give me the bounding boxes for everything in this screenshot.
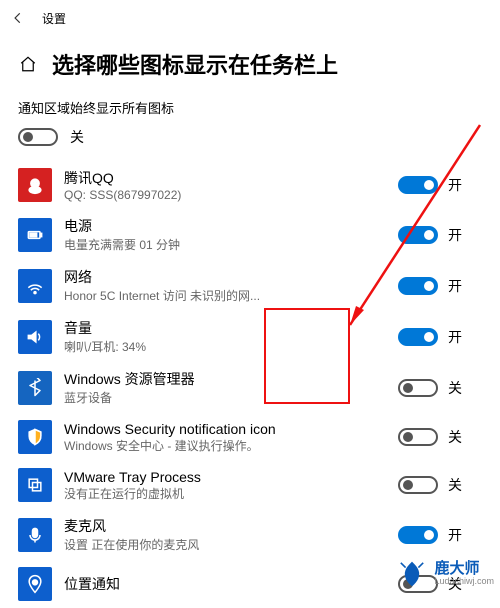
item-name: 音量: [64, 318, 398, 338]
item-toggle[interactable]: [398, 176, 438, 194]
top-bar: 设置: [0, 0, 500, 36]
item-toggle[interactable]: [398, 476, 438, 494]
list-item: 电源电量充满需要 01 分钟 开: [18, 209, 482, 260]
item-toggle[interactable]: [398, 226, 438, 244]
qq-icon: [18, 168, 52, 202]
wifi-icon: [18, 269, 52, 303]
item-name: Windows 资源管理器: [64, 369, 398, 389]
vmware-icon: [18, 468, 52, 502]
item-sub: 喇叭/耳机: 34%: [64, 338, 398, 355]
volume-icon: [18, 320, 52, 354]
topbar-label: 设置: [42, 10, 66, 27]
item-text: 位置通知: [64, 574, 398, 594]
mic-icon: [18, 518, 52, 552]
item-name: 麦克风: [64, 516, 398, 536]
item-sub: 蓝牙设备: [64, 389, 398, 406]
list-item: Windows Security notification iconWindow…: [18, 413, 482, 461]
item-text: 网络Honor 5C Internet 访问 未识别的网...: [64, 267, 398, 304]
item-toggle[interactable]: [398, 526, 438, 544]
page-header: 选择哪些图标显示在任务栏上: [0, 36, 500, 98]
item-text: 音量喇叭/耳机: 34%: [64, 318, 398, 355]
item-toggle-col: 关: [398, 427, 482, 447]
item-name: 腾讯QQ: [64, 168, 398, 188]
item-text: 电源电量充满需要 01 分钟: [64, 216, 398, 253]
item-text: 腾讯QQQQ: SSS(867997022): [64, 168, 398, 202]
item-text: Windows Security notification iconWindow…: [64, 421, 398, 454]
item-toggle-label: 开: [448, 175, 462, 195]
bluetooth-icon: [18, 371, 52, 405]
item-sub: 设置 正在使用你的麦克风: [64, 536, 398, 553]
item-toggle-label: 关: [448, 378, 462, 398]
item-text: Windows 资源管理器蓝牙设备: [64, 369, 398, 406]
power-icon: [18, 218, 52, 252]
item-toggle[interactable]: [398, 328, 438, 346]
list-item: 音量喇叭/耳机: 34% 开: [18, 311, 482, 362]
watermark-logo-icon: [396, 558, 428, 590]
list-item: VMware Tray Process没有正在运行的虚拟机 关: [18, 461, 482, 509]
item-name: 电源: [64, 216, 398, 236]
item-sub: Honor 5C Internet 访问 未识别的网...: [64, 287, 398, 304]
home-icon[interactable]: [18, 54, 38, 74]
item-text: VMware Tray Process没有正在运行的虚拟机: [64, 469, 398, 502]
page-title: 选择哪些图标显示在任务栏上: [52, 48, 338, 80]
item-toggle-label: 开: [448, 327, 462, 347]
item-sub: Windows 安全中心 - 建议执行操作。: [64, 437, 398, 454]
item-toggle-label: 开: [448, 225, 462, 245]
list-item: Windows 资源管理器蓝牙设备 关: [18, 362, 482, 413]
item-toggle-col: 关: [398, 475, 482, 495]
item-name: VMware Tray Process: [64, 469, 398, 485]
watermark: 鹿大师 Ludashiwj.com: [396, 558, 494, 590]
item-toggle-col: 开: [398, 525, 482, 545]
page-subheader: 通知区域始终显示所有图标: [0, 98, 500, 117]
master-toggle-label: 关: [70, 127, 84, 147]
item-toggle-label: 开: [448, 276, 462, 296]
item-text: 麦克风设置 正在使用你的麦克风: [64, 516, 398, 553]
item-toggle-col: 开: [398, 327, 482, 347]
item-toggle-col: 开: [398, 276, 482, 296]
app-list: 腾讯QQQQ: SSS(867997022)开电源电量充满需要 01 分钟开网络…: [0, 161, 500, 608]
item-toggle-col: 开: [398, 225, 482, 245]
back-icon[interactable]: [10, 10, 26, 26]
item-toggle[interactable]: [398, 379, 438, 397]
item-toggle-col: 关: [398, 378, 482, 398]
item-sub: 电量充满需要 01 分钟: [64, 236, 398, 253]
master-toggle[interactable]: [18, 128, 58, 146]
master-toggle-row: 关: [0, 127, 500, 161]
item-toggle[interactable]: [398, 428, 438, 446]
item-name: Windows Security notification icon: [64, 421, 398, 437]
list-item: 腾讯QQQQ: SSS(867997022) 开: [18, 161, 482, 209]
watermark-text-cn: 鹿大师: [434, 561, 494, 578]
item-toggle[interactable]: [398, 277, 438, 295]
item-name: 网络: [64, 267, 398, 287]
list-item: 麦克风设置 正在使用你的麦克风 开: [18, 509, 482, 560]
item-toggle-label: 关: [448, 475, 462, 495]
item-toggle-col: 开: [398, 175, 482, 195]
item-sub: 没有正在运行的虚拟机: [64, 485, 398, 502]
item-toggle-label: 关: [448, 427, 462, 447]
shield-icon: [18, 420, 52, 454]
item-name: 位置通知: [64, 574, 398, 594]
item-sub: QQ: SSS(867997022): [64, 188, 398, 202]
item-toggle-label: 开: [448, 525, 462, 545]
list-item: 网络Honor 5C Internet 访问 未识别的网... 开: [18, 260, 482, 311]
watermark-text-en: Ludashiwj.com: [434, 577, 494, 587]
